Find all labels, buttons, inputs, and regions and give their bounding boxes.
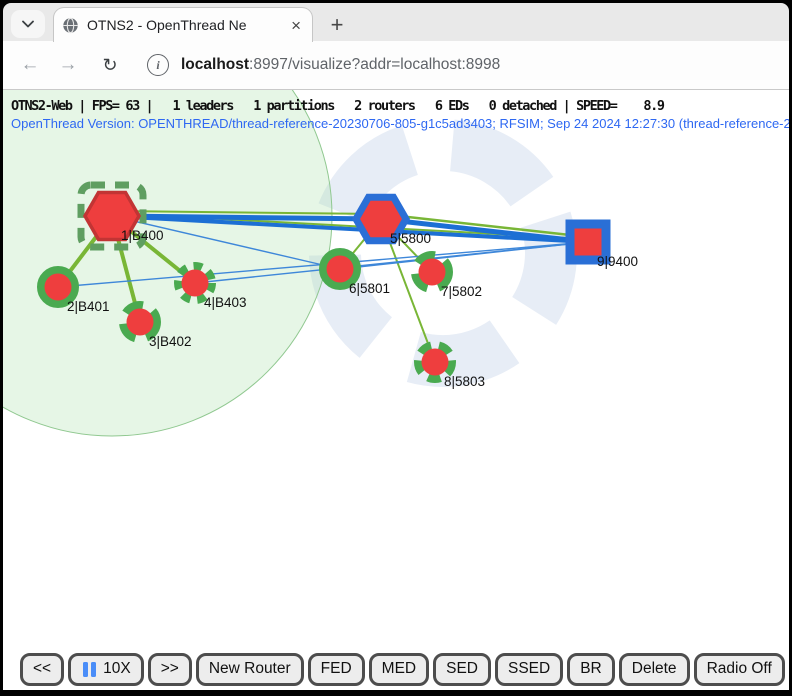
node-8-label: 8|5803 (444, 374, 485, 389)
node-4[interactable] (182, 270, 209, 297)
status-line: OTNS2-Web | FPS= 63 | 1 leaders 1 partit… (11, 98, 664, 114)
new-router-button[interactable]: New Router (196, 653, 304, 686)
sed-button[interactable]: SED (433, 653, 491, 686)
br-button[interactable]: BR (567, 653, 615, 686)
node-5-label: 5|5800 (390, 231, 431, 246)
browser-tab-active[interactable]: OTNS2 - OpenThread Ne × (53, 7, 313, 42)
sed-button-label: SED (446, 660, 478, 678)
speed-up-button[interactable]: >> (148, 653, 192, 686)
chevron-down-icon (22, 20, 34, 28)
node-6-label: 6|5801 (349, 281, 390, 296)
delete-button[interactable]: Delete (619, 653, 690, 686)
browser-window: OTNS2 - OpenThread Ne × + ← → ↻ i localh… (0, 0, 792, 696)
node-6[interactable] (327, 256, 354, 283)
topology-graph[interactable]: 1|B400 5|5800 9|9400 2|B401 3|B402 4|B403 6|58… (3, 90, 789, 648)
forward-button[interactable]: → (57, 54, 79, 76)
node-2-label: 2|B401 (67, 299, 110, 314)
node-4-label: 4|B403 (204, 295, 247, 310)
url-host: localhost (181, 56, 249, 73)
speed-down-button[interactable]: << (20, 653, 64, 686)
radio-off-button-label: Radio Off (707, 660, 772, 678)
site-info-icon[interactable]: i (147, 54, 169, 76)
new-tab-button[interactable]: + (323, 11, 351, 39)
action-toolbar: << 10X >> New Router FED MED SED SSED BR Delete Ra… (3, 648, 789, 690)
node-3[interactable] (127, 309, 154, 336)
node-1-label: 1|B400 (121, 228, 164, 243)
speed-10x-button[interactable]: 10X (68, 653, 144, 686)
node-8[interactable] (422, 349, 449, 376)
speed-10x-button-label: 10X (103, 660, 131, 678)
reload-button[interactable]: ↻ (99, 55, 121, 76)
address-bar: ← → ↻ i localhost:8997/visualize?addr=lo… (3, 41, 789, 90)
globe-icon (62, 17, 79, 34)
version-line: OpenThread Version: OPENTHREAD/thread-re… (11, 116, 789, 131)
node-3-label: 3|B402 (149, 334, 192, 349)
otns-canvas[interactable]: 1|B400 5|5800 9|9400 2|B401 3|B402 4|B403 6|58… (3, 90, 789, 648)
med-button-label: MED (382, 660, 416, 678)
node-7-label: 7|5802 (441, 284, 482, 299)
ssed-button[interactable]: SSED (495, 653, 563, 686)
tab-search-button[interactable] (11, 10, 45, 38)
tab-title: OTNS2 - OpenThread Ne (87, 17, 280, 33)
node-9-label: 9|9400 (597, 254, 638, 269)
ssed-button-label: SSED (508, 660, 550, 678)
delete-button-label: Delete (632, 660, 677, 678)
radio-off-button[interactable]: Radio Off (694, 653, 785, 686)
speed-up-button-label: >> (161, 660, 179, 678)
node-7[interactable] (419, 259, 446, 286)
url-path: :8997/visualize?addr=localhost:8998 (249, 56, 500, 73)
node-2[interactable] (45, 274, 72, 301)
new-router-button-label: New Router (209, 660, 291, 678)
fed-button-label: FED (321, 660, 352, 678)
speed-down-button-label: << (33, 660, 51, 678)
fed-button[interactable]: FED (308, 653, 365, 686)
back-button[interactable]: ← (19, 54, 41, 76)
pause-icon (83, 662, 96, 677)
tab-strip: OTNS2 - OpenThread Ne × + (3, 3, 789, 42)
url-text[interactable]: localhost:8997/visualize?addr=localhost:… (181, 56, 500, 74)
br-button-label: BR (580, 660, 602, 678)
med-button[interactable]: MED (369, 653, 429, 686)
tab-close-button[interactable]: × (288, 17, 304, 34)
